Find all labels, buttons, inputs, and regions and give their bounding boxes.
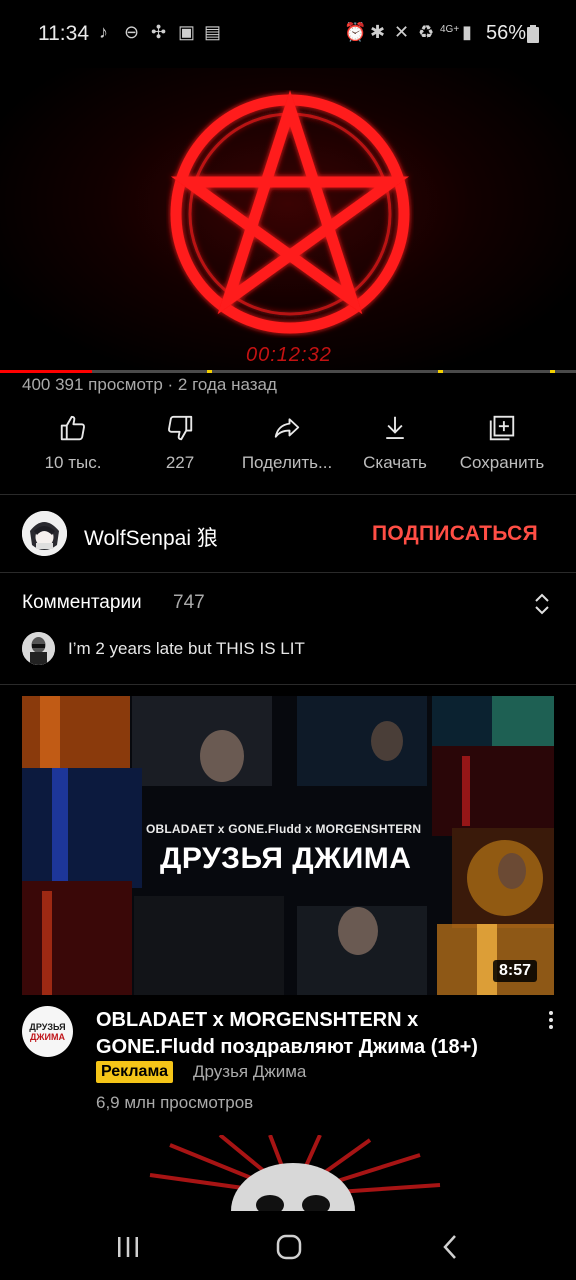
video-views-and-date: 400 391 просмотр · 2 года назад — [22, 375, 277, 394]
ad-marker — [207, 370, 213, 373]
status-bar: 11:34 ♪ ⊖ ✣ ▣ ▤ ⏰ ✱ ✕ ♻ 4G+ ▮ 56% — [0, 0, 576, 68]
comments-count: 747 — [173, 592, 205, 613]
music-note-icon: ♪ — [99, 22, 108, 42]
skull-thumbnail-image — [110, 1135, 476, 1211]
channel-avatar[interactable] — [22, 511, 67, 556]
alarm-icon: ⏰ — [344, 22, 367, 42]
ad-marker — [550, 370, 556, 373]
system-navigation-bar — [0, 1212, 576, 1280]
dislike-button[interactable]: 227 — [125, 413, 235, 473]
dislike-count: 227 — [165, 453, 195, 472]
fan-icon: ✣ — [151, 22, 167, 42]
ad-marker — [437, 370, 443, 373]
subscribe-button[interactable]: ПОДПИСАТЬСЯ — [372, 522, 538, 546]
divider — [0, 494, 576, 495]
ad-view-count: 6,9 млн просмотров — [96, 1093, 254, 1112]
ad-channel-name: Друзья Джима — [193, 1062, 307, 1081]
commenter-avatar — [22, 632, 55, 665]
do-not-disturb-icon: ⊖ — [124, 22, 140, 42]
comments-title: Комментарии — [22, 592, 142, 613]
ad-video-thumbnail[interactable]: OBLADAET x GONE.Fludd x MORGENSHTERN ДРУ… — [22, 696, 554, 995]
save-label: Сохранить — [459, 453, 545, 472]
pentagram-graphic — [170, 90, 410, 334]
channel-name[interactable]: WolfSenpai 狼 — [84, 522, 218, 552]
more-options-icon[interactable] — [545, 1010, 557, 1030]
expand-collapse-icon[interactable] — [531, 591, 553, 617]
back-icon[interactable] — [441, 1234, 459, 1260]
share-icon — [274, 418, 300, 438]
anime-avatar-image — [22, 511, 67, 556]
battery-percent: 56% — [486, 22, 527, 44]
signal-icon: ▮ — [462, 22, 472, 42]
battery-saver-icon: ♻ — [418, 22, 435, 42]
home-icon[interactable] — [276, 1234, 302, 1260]
share-button[interactable]: Поделить... — [232, 413, 342, 473]
news-icon: ▤ — [204, 22, 222, 42]
thumbnail-artists-text: OBLADAET x GONE.Fludd x MORGENSHTERN — [146, 822, 422, 836]
video-timecode-overlay: 00:12:32 — [246, 344, 332, 366]
4g-icon: 4G+ — [440, 24, 460, 35]
download-button[interactable]: Скачать — [340, 413, 450, 473]
save-playlist-icon — [489, 415, 515, 441]
logo-text-line2: ДЖИМА — [29, 1032, 65, 1042]
ad-badge: Реклама — [96, 1061, 173, 1083]
bluetooth-icon: ✱ — [370, 22, 386, 42]
video-progress-fill — [0, 370, 93, 373]
video-progress-bar[interactable] — [0, 370, 576, 373]
share-label: Поделить... — [241, 453, 333, 472]
video-player[interactable]: 00:12:32 — [0, 68, 576, 370]
thumbnail-title-text: ДРУЗЬЯ ДЖИМА — [160, 842, 412, 875]
thumbs-down-icon — [168, 415, 193, 441]
download-label: Скачать — [363, 453, 427, 472]
like-count: 10 тыс. — [44, 453, 102, 472]
logo-text-line1: ДРУЗЬЯ — [29, 1022, 66, 1032]
download-icon — [386, 416, 404, 439]
gallery-icon: ▣ — [178, 22, 196, 42]
mute-icon: ✕ — [394, 22, 410, 42]
thumbs-up-icon — [60, 415, 85, 441]
ad-video-title[interactable]: OBLADAET x MORGENSHTERN x GONE.Fludd поз… — [96, 1007, 516, 1061]
top-comment-text: I’m 2 years late but THIS IS LIT — [68, 639, 305, 658]
like-button[interactable]: 10 тыс. — [18, 413, 128, 473]
ad-channel-logo[interactable]: ДРУЗЬЯ ДЖИМА — [22, 1006, 73, 1057]
status-time: 11:34 — [38, 22, 89, 45]
next-video-thumbnail[interactable] — [110, 1135, 476, 1211]
divider — [0, 684, 576, 685]
save-button[interactable]: Сохранить — [447, 413, 557, 473]
video-duration-badge: 8:57 — [493, 960, 538, 982]
recent-apps-icon[interactable] — [116, 1236, 140, 1258]
comments-section[interactable]: Комментарии 747 I’m 2 years late but THI… — [0, 573, 576, 683]
battery-icon — [527, 25, 539, 43]
